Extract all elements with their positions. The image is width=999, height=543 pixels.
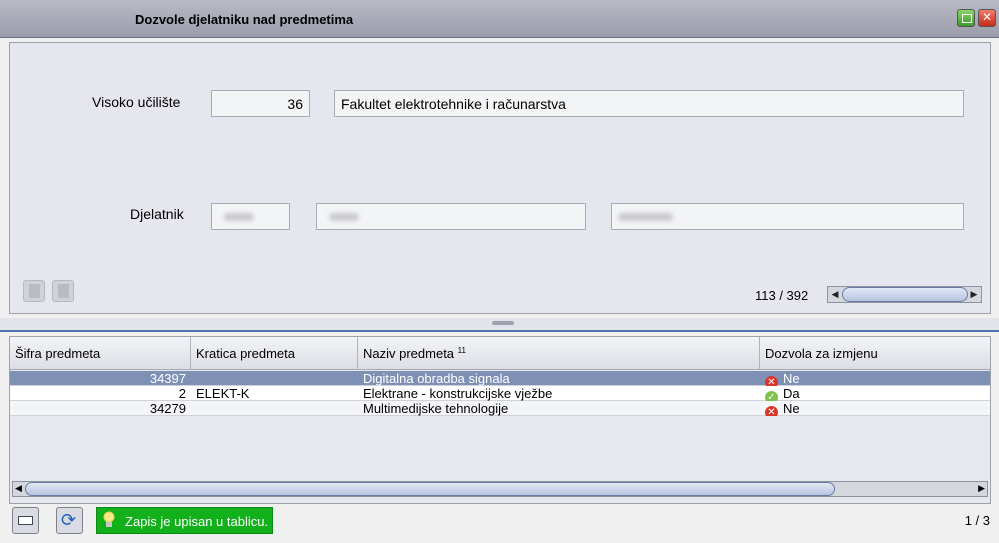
status-text: Zapis je upisan u tablicu. xyxy=(125,514,269,529)
page-indicator: 1 / 3 xyxy=(964,513,990,528)
cell-code: 34279 xyxy=(149,401,186,416)
employee-label: Djelatnik xyxy=(130,206,184,222)
sort-order-marker: 11 xyxy=(457,346,466,355)
cell-name: Elektrane - konstrukcijske vježbe xyxy=(363,386,553,401)
employee-lastname-field[interactable] xyxy=(611,203,964,230)
cell-abbr: ELEKT-K xyxy=(196,386,250,401)
permission-text: Da xyxy=(783,386,800,401)
cell-abbr xyxy=(191,401,358,416)
scroll-right-icon[interactable]: ▶ xyxy=(968,288,980,301)
institution-label: Visoko učilište xyxy=(92,94,181,110)
cell-code: 2 xyxy=(178,386,186,401)
cell-permission: ✓ Da xyxy=(760,386,990,401)
grid-icon xyxy=(18,516,33,525)
column-header-abbr[interactable]: Kratica predmeta xyxy=(191,337,358,370)
maximize-icon[interactable] xyxy=(957,9,975,27)
title-bar: Dozvole djelatniku nad predmetima xyxy=(0,0,999,38)
column-header-permission[interactable]: Dozvola za izmjenu xyxy=(760,337,990,370)
scrollbar-thumb[interactable] xyxy=(842,287,968,302)
employee-firstname-field[interactable] xyxy=(316,203,586,230)
cell-name: Multimedijske tehnologije xyxy=(363,401,509,416)
refresh-button[interactable]: ⟳ xyxy=(56,507,83,534)
cell-code: 34397 xyxy=(149,371,186,386)
cell-abbr xyxy=(191,371,358,386)
table-row[interactable]: 34279 Multimedijske tehnologije ✕ Ne xyxy=(10,401,990,416)
green-check-icon: ✓ xyxy=(765,391,778,401)
cell-permission: ✕ Ne xyxy=(760,371,990,386)
subjects-table: Šifra predmeta Kratica predmeta Naziv pr… xyxy=(9,336,991,504)
permission-text: Ne xyxy=(783,401,800,416)
scroll-left-icon[interactable]: ◀ xyxy=(829,288,841,301)
table-header: Šifra predmeta Kratica predmeta Naziv pr… xyxy=(10,337,990,370)
scroll-left-icon[interactable]: ◀ xyxy=(15,483,22,494)
grid-view-button[interactable] xyxy=(12,507,39,534)
table-row[interactable]: 34397 Digitalna obradba signala ✕ Ne xyxy=(10,371,990,386)
status-message: Zapis je upisan u tablicu. xyxy=(96,507,274,534)
scroll-right-icon[interactable]: ▶ xyxy=(978,483,985,494)
panel-splitter[interactable] xyxy=(0,318,999,332)
window-title: Dozvole djelatniku nad predmetima xyxy=(135,12,354,27)
institution-code-field[interactable]: 36 xyxy=(211,90,310,117)
redacted-value xyxy=(618,213,673,221)
column-header-name-label: Naziv predmeta xyxy=(363,346,455,361)
cell-permission: ✕ Ne xyxy=(760,401,990,416)
scrollbar-thumb[interactable] xyxy=(25,482,835,496)
record-scrollbar[interactable]: ◀ ▶ xyxy=(827,286,982,303)
close-icon[interactable] xyxy=(978,9,996,27)
column-header-name[interactable]: Naziv predmeta 11 xyxy=(358,337,760,370)
copy-record-icon[interactable] xyxy=(23,280,45,302)
column-header-code[interactable]: Šifra predmeta xyxy=(10,337,191,370)
institution-name-field[interactable]: Fakultet elektrotehnike i računarstva xyxy=(334,90,964,117)
cell-name: Digitalna obradba signala xyxy=(363,371,510,386)
red-x-icon: ✕ xyxy=(765,376,778,386)
table-row[interactable]: 2 ELEKT-K Elektrane - konstrukcijske vje… xyxy=(10,386,990,401)
employee-id-field[interactable] xyxy=(211,203,290,230)
redacted-value xyxy=(224,213,254,221)
record-counter: 113 / 392 xyxy=(755,288,809,303)
table-horizontal-scrollbar[interactable]: ◀ ▶ xyxy=(12,481,988,497)
lightbulb-icon xyxy=(103,511,115,527)
form-panel: Visoko učilište 36 Fakultet elektrotehni… xyxy=(9,42,991,314)
splitter-grip[interactable] xyxy=(492,321,514,325)
redacted-value xyxy=(329,213,359,221)
permission-text: Ne xyxy=(783,371,800,386)
document-icon[interactable] xyxy=(52,280,74,302)
refresh-icon: ⟳ xyxy=(61,510,77,531)
red-x-icon: ✕ xyxy=(765,406,778,416)
